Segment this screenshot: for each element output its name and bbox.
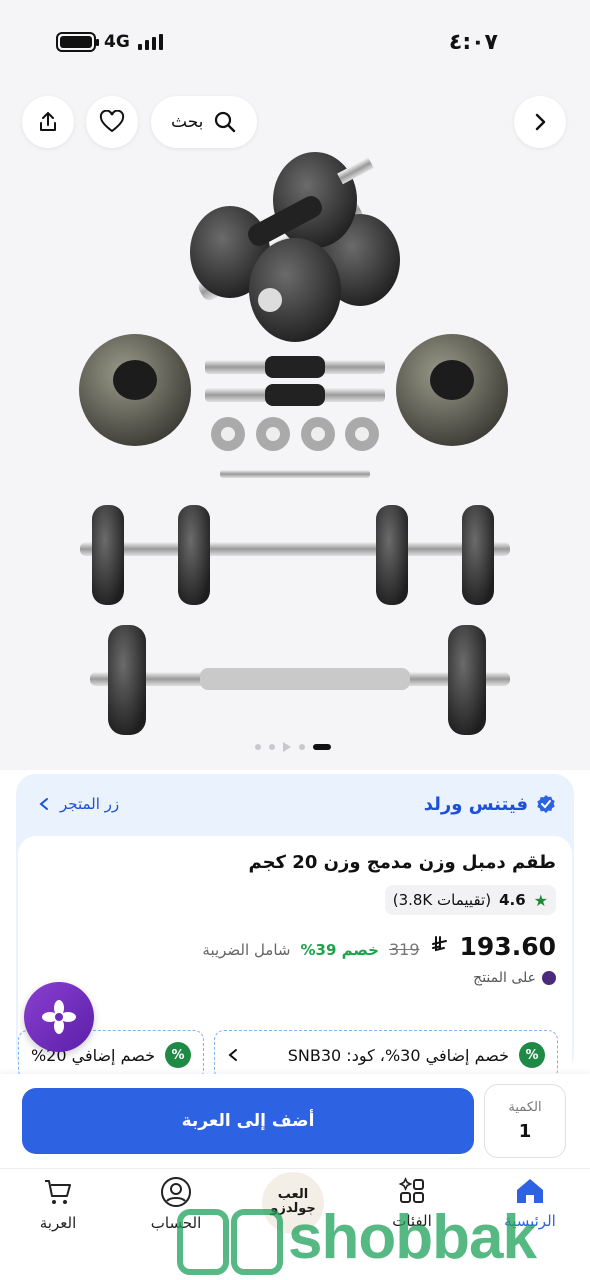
product-image-gallery[interactable] [0, 90, 590, 770]
add-to-cart-button[interactable]: أضف إلى العربة [22, 1088, 474, 1154]
rating-badge[interactable]: ★ 4.6 (تقييمات 3.8K) [384, 885, 556, 915]
quantity-selector[interactable]: الكمية 1 [484, 1084, 566, 1158]
status-indicators: 4G [56, 32, 163, 52]
video-indicator-icon[interactable] [283, 742, 291, 752]
search-button[interactable]: بحث [151, 96, 258, 148]
seller-dot-icon [542, 971, 556, 985]
quantity-label: الكمية [508, 1100, 542, 1115]
share-button[interactable] [22, 96, 74, 148]
product-title: طقم دمبل وزن مدمج وزن 20 كجم [248, 852, 556, 873]
pager-dot[interactable] [299, 744, 305, 750]
visit-store-link[interactable]: زر المتجر [38, 795, 119, 813]
watermark-text: shobbak [288, 1203, 537, 1272]
cart-icon [45, 1180, 71, 1204]
quantity-value: 1 [518, 1121, 532, 1142]
partial-line-text: على المنتج [473, 970, 536, 986]
battery-icon [56, 32, 99, 52]
shobbak-watermark: shobbak [176, 1203, 576, 1278]
heart-icon [99, 110, 125, 133]
flower-icon [42, 1000, 76, 1034]
visit-store-label: زر المتجر [60, 795, 120, 813]
status-time: ٤:٠٧ [448, 30, 498, 55]
tab-cart[interactable]: العربة [8, 1176, 108, 1232]
chevron-right-icon [535, 113, 546, 131]
network-label: 4G [104, 32, 130, 52]
star-icon: ★ [533, 890, 548, 910]
chevron-left-icon [228, 1049, 237, 1061]
partially-hidden-line: على المنتج [406, 968, 556, 988]
favorite-button[interactable] [86, 96, 138, 148]
current-price: 193.60 [459, 932, 556, 961]
signal-icon [137, 34, 163, 50]
rating-value: 4.6 [499, 891, 526, 909]
back-button[interactable] [514, 96, 566, 148]
store-header: زر المتجر فيتنس ورلد [16, 774, 574, 834]
riyal-currency-icon [431, 936, 447, 952]
discount-label: خصم 39% [300, 941, 379, 959]
verified-badge-icon [537, 795, 555, 813]
store-name: فيتنس ورلد [423, 793, 528, 815]
promo-floating-button[interactable] [24, 982, 94, 1052]
percent-icon: % [519, 1042, 545, 1068]
tab-label: العربة [39, 1214, 77, 1232]
coupon-card[interactable]: % خصم إضافي 30%، كود: SNB30 [214, 1030, 558, 1080]
reviews-count: (تقييمات 3.8K) [392, 891, 492, 909]
price-row: 193.60 319 خصم 39% شامل الضريبة [202, 932, 556, 961]
search-icon [215, 111, 236, 133]
shobbak-logo-icon [177, 1209, 283, 1275]
share-icon [40, 112, 56, 131]
gallery-pager [255, 742, 331, 752]
percent-icon: % [165, 1042, 191, 1068]
store-name-link[interactable]: فيتنس ورلد [424, 794, 556, 815]
dumbbell-set-image [79, 152, 510, 735]
chevron-left-icon [39, 798, 48, 810]
coupon-text: خصم إضافي 30%، كود: SNB30 [287, 1045, 509, 1065]
pager-dot[interactable] [269, 744, 275, 750]
search-label: بحث [171, 112, 204, 132]
pager-dot[interactable] [255, 744, 261, 750]
pager-dot-active[interactable] [313, 744, 331, 750]
tax-note: شامل الضريبة [202, 941, 291, 959]
old-price: 319 [388, 940, 420, 959]
status-bar: 4G ٤:٠٧ [0, 0, 590, 90]
